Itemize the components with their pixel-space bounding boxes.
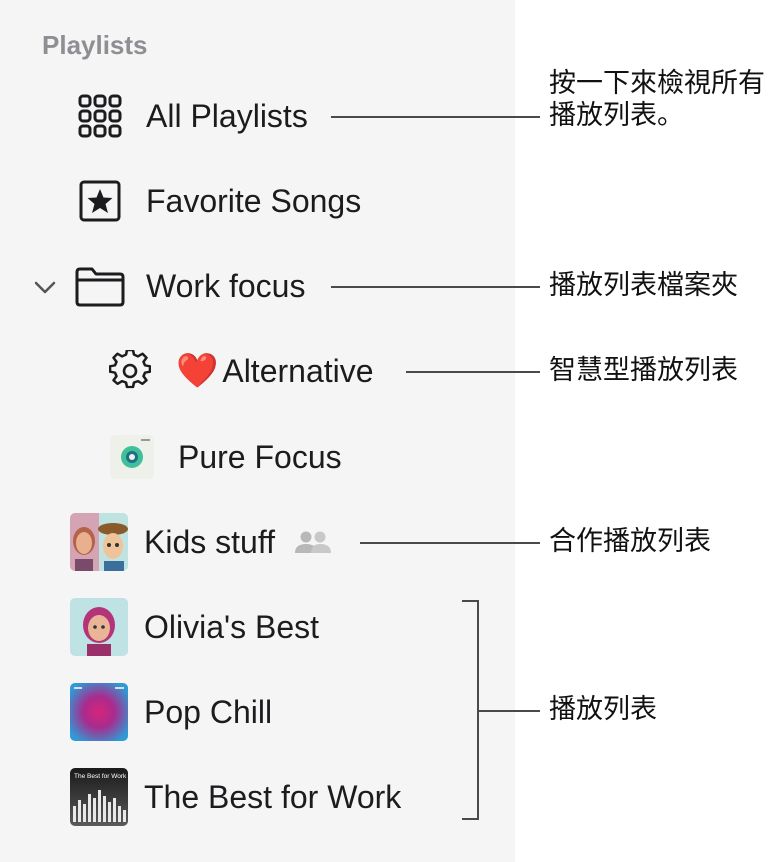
sidebar-item-all-playlists[interactable]: All Playlists [70,86,308,146]
callout-bracket-playlists [462,600,479,820]
sidebar-item-work-focus[interactable]: Work focus [70,256,305,316]
sidebar-item-label: Olivia's Best [144,608,320,645]
best-for-work-artwork: The Best for Work [70,768,128,826]
callout-line-all-playlists [331,116,540,118]
sidebar-item-label: Pure Focus [178,438,342,475]
callout-line-playlists [479,710,540,712]
sidebar-item-kids-stuff[interactable]: Kids stuff [70,512,333,572]
artwork-title-text: The Best for Work [74,773,127,780]
section-title-playlists: Playlists [42,30,148,60]
heart-emoji: ❤️ [176,352,219,390]
pure-focus-artwork [110,435,154,479]
sidebar: Playlists All Playlists Favorite Songs W… [0,0,515,862]
callout-line-folder [331,286,540,288]
folder-icon [70,256,130,316]
sidebar-item-pure-focus[interactable]: Pure Focus [110,427,342,487]
olivia-artwork [70,598,128,656]
sidebar-item-label: Work focus [146,267,306,304]
callout-all-playlists: 按一下來檢視所有 播放列表。 [549,68,765,131]
sidebar-item-alternative[interactable]: ❤️ Alternative [100,341,374,401]
people-icon [293,529,333,555]
callout-line-smart [406,371,540,373]
star-box-icon [70,171,130,231]
sidebar-item-label: Favorite Songs [146,182,362,219]
grid-icon [70,86,130,146]
sidebar-item-label: The Best for Work [144,778,402,815]
sidebar-item-best-for-work[interactable]: The Best for Work The Best for Work [70,767,401,827]
sidebar-item-label: Pop Chill [144,693,273,730]
callout-folder: 播放列表檔案夾 [549,270,738,301]
callout-playlists: 播放列表 [549,694,657,725]
sidebar-item-favorite-songs[interactable]: Favorite Songs [70,171,361,231]
sidebar-item-label: Alternative [222,352,374,389]
pop-chill-artwork [70,683,128,741]
gear-icon [100,341,160,401]
kids-stuff-artwork [70,513,128,571]
sidebar-item-pop-chill[interactable]: Pop Chill [70,682,272,742]
callout-collaborative: 合作播放列表 [549,526,711,557]
callout-line-collaborative [360,542,540,544]
callout-smart: 智慧型播放列表 [549,355,738,386]
sidebar-item-olivias-best[interactable]: Olivia's Best [70,597,319,657]
sidebar-item-label: Kids stuff [144,523,276,560]
sidebar-item-label: All Playlists [146,97,308,134]
chevron-down-icon[interactable] [32,275,58,301]
